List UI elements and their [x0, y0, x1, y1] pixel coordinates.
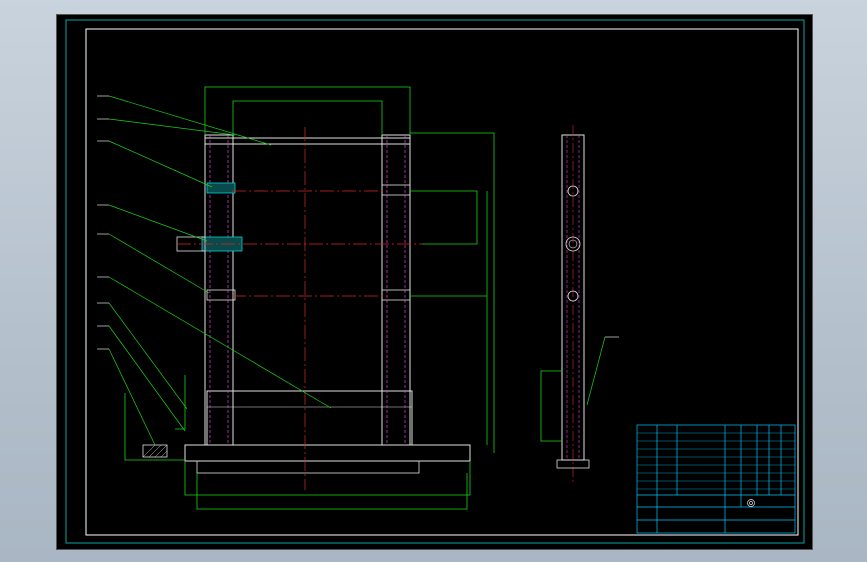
outer-frame	[65, 19, 805, 544]
top-beam	[204, 137, 411, 145]
drawing-canvas[interactable]	[56, 14, 813, 550]
clamp-left-1	[206, 182, 236, 194]
dim-base-width	[184, 461, 471, 496]
dim-overall-width	[204, 86, 411, 135]
clamp-right-1	[381, 184, 411, 196]
lower-frame	[206, 390, 413, 446]
title-block	[636, 424, 796, 534]
cad-drawing	[65, 19, 805, 544]
dim-right-height	[410, 132, 495, 453]
side-view	[540, 125, 619, 485]
front-view	[97, 86, 495, 510]
leader-lines	[108, 95, 332, 446]
clamp-right-2	[381, 289, 411, 301]
base-foot	[196, 460, 420, 474]
projection-symbol	[747, 499, 755, 507]
leader-tabs	[97, 95, 109, 350]
clamp-left-3	[206, 289, 236, 301]
base-plate	[184, 444, 471, 462]
dim-inner-width	[232, 100, 383, 135]
inner-frame	[85, 28, 799, 536]
